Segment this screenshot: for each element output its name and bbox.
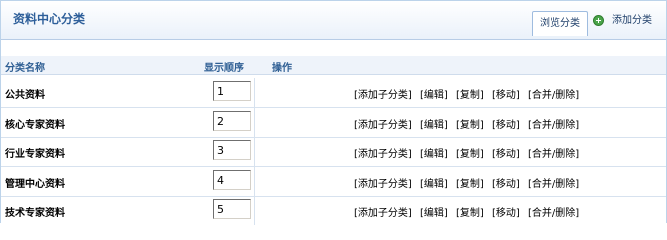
- order-input[interactable]: [213, 170, 251, 190]
- merge-delete-link[interactable]: [合并/删除]: [528, 120, 579, 131]
- col-header-actions: 操作: [272, 63, 292, 74]
- col-header-name: 分类名称: [5, 63, 45, 74]
- edit-link[interactable]: [编辑]: [420, 120, 448, 131]
- page-title: 资料中心分类: [13, 12, 86, 26]
- merge-delete-link[interactable]: [合并/删除]: [528, 179, 579, 190]
- copy-link[interactable]: [复制]: [456, 179, 484, 190]
- row-actions: [添加子分类] [编辑] [复制] [移动] [合并/删除]: [354, 86, 579, 101]
- add-subcategory-link[interactable]: [添加子分类]: [354, 149, 412, 160]
- copy-link[interactable]: [复制]: [456, 149, 484, 160]
- tab-browse-categories[interactable]: 浏览分类: [532, 11, 588, 36]
- copy-link[interactable]: [复制]: [456, 120, 484, 131]
- order-input[interactable]: [213, 199, 251, 219]
- column-divider: [254, 196, 255, 225]
- table-row: 技术专家资料 [添加子分类] [编辑] [复制] [移动] [合并/删除]: [1, 196, 666, 225]
- copy-link[interactable]: [复制]: [456, 208, 484, 219]
- row-actions: [添加子分类] [编辑] [复制] [移动] [合并/删除]: [354, 116, 579, 131]
- tab-add-category[interactable]: 添加分类: [593, 9, 661, 33]
- move-link[interactable]: [移动]: [492, 179, 520, 190]
- move-link[interactable]: [移动]: [492, 90, 520, 101]
- column-divider: [254, 167, 255, 196]
- edit-link[interactable]: [编辑]: [420, 208, 448, 219]
- move-link[interactable]: [移动]: [492, 149, 520, 160]
- table-header: 分类名称 显示顺序 操作: [1, 56, 666, 75]
- column-divider: [254, 137, 255, 166]
- table-row: 公共资料 [添加子分类] [编辑] [复制] [移动] [合并/删除]: [1, 78, 666, 108]
- add-circle-icon: [593, 15, 604, 26]
- add-subcategory-link[interactable]: [添加子分类]: [354, 120, 412, 131]
- category-name: 核心专家资料: [5, 120, 65, 131]
- add-subcategory-link[interactable]: [添加子分类]: [354, 208, 412, 219]
- category-name: 管理中心资料: [5, 179, 65, 190]
- order-input[interactable]: [213, 140, 251, 160]
- edit-link[interactable]: [编辑]: [420, 90, 448, 101]
- table-row: 行业专家资料 [添加子分类] [编辑] [复制] [移动] [合并/删除]: [1, 137, 666, 167]
- col-header-order: 显示顺序: [204, 63, 244, 74]
- merge-delete-link[interactable]: [合并/删除]: [528, 208, 579, 219]
- column-divider: [254, 108, 255, 137]
- category-name: 技术专家资料: [5, 208, 65, 219]
- copy-link[interactable]: [复制]: [456, 90, 484, 101]
- category-name: 公共资料: [5, 90, 45, 101]
- table-row: 管理中心资料 [添加子分类] [编辑] [复制] [移动] [合并/删除]: [1, 167, 666, 197]
- category-name: 行业专家资料: [5, 149, 65, 160]
- row-actions: [添加子分类] [编辑] [复制] [移动] [合并/删除]: [354, 204, 579, 219]
- edit-link[interactable]: [编辑]: [420, 149, 448, 160]
- merge-delete-link[interactable]: [合并/删除]: [528, 90, 579, 101]
- row-actions: [添加子分类] [编辑] [复制] [移动] [合并/删除]: [354, 145, 579, 160]
- add-subcategory-link[interactable]: [添加子分类]: [354, 90, 412, 101]
- move-link[interactable]: [移动]: [492, 120, 520, 131]
- move-link[interactable]: [移动]: [492, 208, 520, 219]
- column-divider: [254, 78, 255, 107]
- order-input[interactable]: [213, 111, 251, 131]
- tab-add-label: 添加分类: [612, 15, 652, 26]
- table-row: 核心专家资料 [添加子分类] [编辑] [复制] [移动] [合并/删除]: [1, 108, 666, 138]
- add-subcategory-link[interactable]: [添加子分类]: [354, 179, 412, 190]
- merge-delete-link[interactable]: [合并/删除]: [528, 149, 579, 160]
- row-actions: [添加子分类] [编辑] [复制] [移动] [合并/删除]: [354, 175, 579, 190]
- edit-link[interactable]: [编辑]: [420, 179, 448, 190]
- order-input[interactable]: [213, 81, 251, 101]
